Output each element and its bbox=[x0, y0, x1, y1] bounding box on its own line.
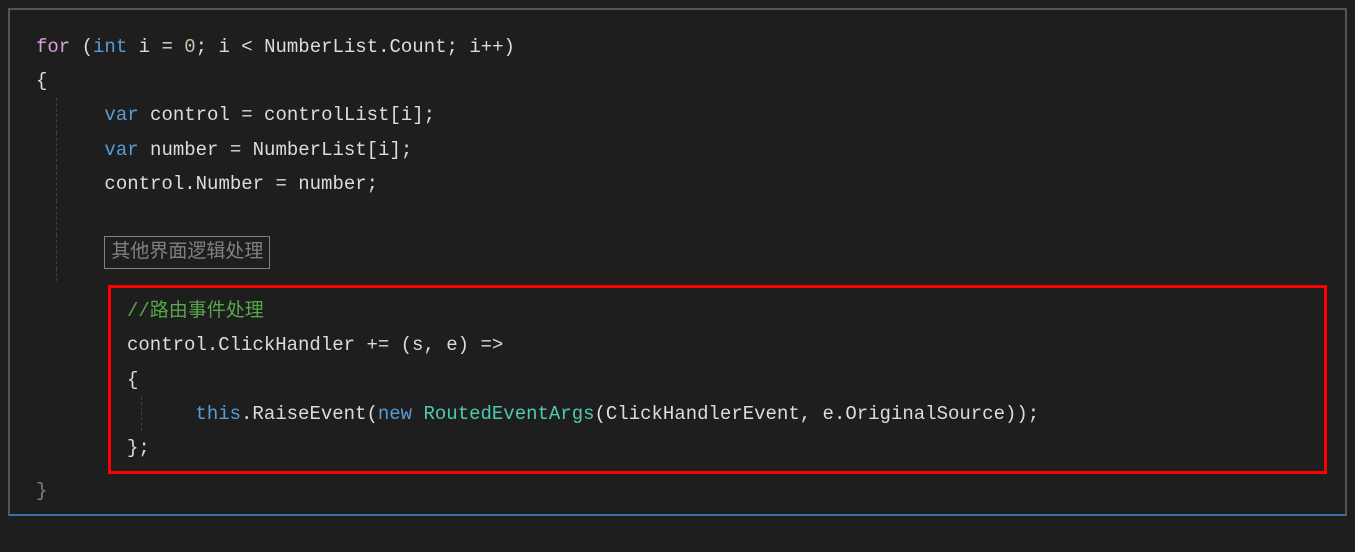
punct: ( bbox=[70, 36, 93, 58]
code-line[interactable]: for (int i = 0; i < NumberList.Count; i+… bbox=[24, 30, 1331, 64]
indent-guide bbox=[141, 397, 142, 431]
ident: (ClickHandlerEvent, e.OriginalSource)); bbox=[595, 403, 1040, 425]
ident: number = NumberList[i]; bbox=[139, 139, 413, 161]
comment: //路由事件处理 bbox=[127, 300, 264, 322]
indent-guide bbox=[56, 269, 57, 281]
indent-guide bbox=[56, 167, 57, 201]
code-line[interactable]: var number = NumberList[i]; bbox=[24, 133, 1331, 167]
code-line[interactable]: //路由事件处理 bbox=[111, 294, 1324, 328]
highlighted-block: //路由事件处理 control.ClickHandler += (s, e) … bbox=[108, 285, 1327, 474]
code-line[interactable]: control.Number = number; bbox=[24, 167, 1331, 201]
ident: control.Number = number; bbox=[104, 173, 378, 195]
code-line[interactable]: } bbox=[24, 474, 1331, 508]
keyword-int: int bbox=[93, 36, 127, 58]
indent-guide bbox=[56, 201, 57, 235]
keyword-var: var bbox=[104, 104, 138, 126]
code-line[interactable]: this.RaiseEvent(new RoutedEventArgs(Clic… bbox=[111, 397, 1324, 431]
code-line[interactable]: control.ClickHandler += (s, e) => bbox=[111, 328, 1324, 362]
ident: .RaiseEvent( bbox=[241, 403, 378, 425]
keyword-new: new bbox=[378, 403, 412, 425]
keyword-this: this bbox=[195, 403, 241, 425]
blank-line bbox=[24, 201, 1331, 235]
code-line[interactable]: { bbox=[111, 363, 1324, 397]
code-line[interactable]: 其他界面逻辑处理 bbox=[24, 235, 1331, 269]
ident: i = bbox=[127, 36, 184, 58]
brace-close: }; bbox=[127, 437, 150, 459]
code-line[interactable]: }; bbox=[111, 431, 1324, 465]
code-line[interactable]: { bbox=[24, 64, 1331, 98]
ident: ; i < NumberList.Count; i++) bbox=[196, 36, 515, 58]
keyword-for: for bbox=[36, 36, 70, 58]
brace-close: } bbox=[36, 480, 47, 502]
blank-line bbox=[24, 269, 1331, 281]
indent-guide bbox=[56, 98, 57, 132]
space bbox=[412, 403, 423, 425]
collapsed-region[interactable]: 其他界面逻辑处理 bbox=[104, 236, 270, 269]
number-literal: 0 bbox=[184, 36, 195, 58]
keyword-var: var bbox=[104, 139, 138, 161]
indent-guide bbox=[56, 235, 57, 269]
brace-open: { bbox=[127, 369, 138, 391]
indent-guide bbox=[56, 133, 57, 167]
code-line[interactable]: var control = controlList[i]; bbox=[24, 98, 1331, 132]
code-editor[interactable]: for (int i = 0; i < NumberList.Count; i+… bbox=[8, 8, 1347, 516]
ident: control.ClickHandler += (s, e) => bbox=[127, 334, 503, 356]
brace-open: { bbox=[36, 70, 47, 92]
type-name: RoutedEventArgs bbox=[423, 403, 594, 425]
ident: control = controlList[i]; bbox=[139, 104, 435, 126]
